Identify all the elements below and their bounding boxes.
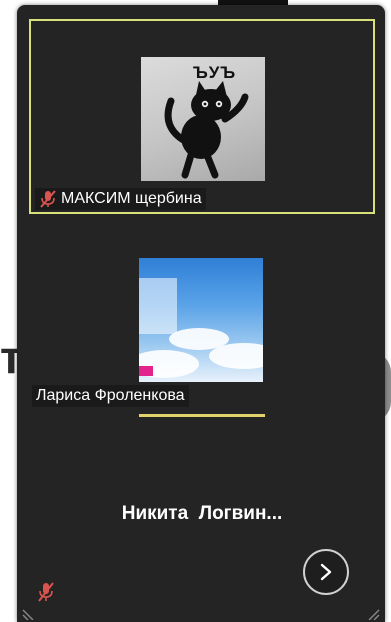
participant-name-label: МАКСИМ щербина <box>35 188 206 210</box>
participant-avatar: ЪУЪ <box>141 57 265 181</box>
participant-avatar <box>139 258 263 382</box>
participant-name: МАКСИМ щербина <box>61 190 202 207</box>
mic-muted-icon <box>40 190 56 208</box>
resize-grip-icon[interactable] <box>21 606 35 620</box>
avatar-photo <box>139 258 263 382</box>
avatar-photo: ЪУЪ <box>141 57 265 181</box>
resize-grip-icon[interactable] <box>367 606 381 620</box>
cloud-shape <box>209 343 263 369</box>
participant-tile[interactable]: ЪУЪ МАКСИМ щербина <box>29 19 375 214</box>
photo-overlay <box>139 278 177 334</box>
mic-muted-icon <box>38 582 54 602</box>
cat-icon <box>164 81 249 179</box>
participant-name: Никита Логвин... <box>121 503 283 524</box>
speaking-indicator <box>139 414 265 417</box>
participant-tile[interactable]: Лариса Фроленкова <box>29 230 375 420</box>
video-gallery-panel: ЪУЪ МАКСИМ щербина Лариса Фроленкова Ник… <box>17 5 385 622</box>
participant-name-label: Лариса Фроленкова <box>32 385 189 407</box>
next-page-button[interactable] <box>303 549 349 595</box>
screen: т ЪУЪ МАКСИМ щербина Лариса Фроленкова Н… <box>0 0 391 622</box>
photo-badge <box>139 366 153 376</box>
participant-name: Лариса Фроленкова <box>36 387 185 404</box>
chevron-right-icon <box>320 563 332 581</box>
